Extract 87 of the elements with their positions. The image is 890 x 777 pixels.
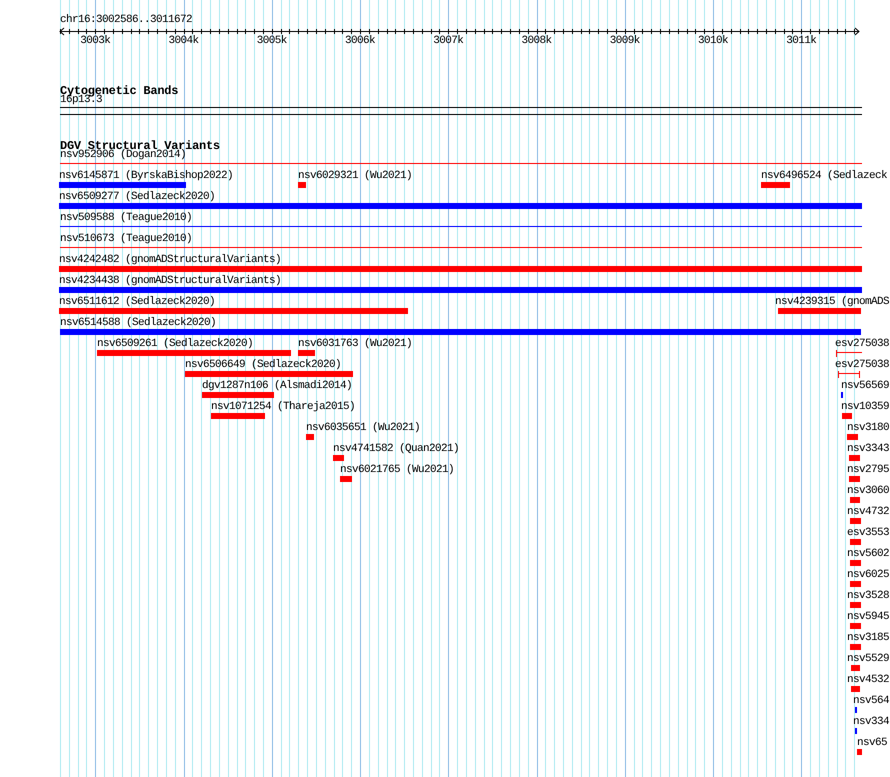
- variant-bar[interactable]: [59, 266, 862, 272]
- variant-label: nsv3528: [847, 590, 890, 602]
- tick-label: 3010k: [697, 35, 730, 47]
- variant-bar[interactable]: [850, 497, 860, 503]
- tick-label: 3008k: [520, 35, 553, 47]
- variant-label: nsv5945: [847, 611, 890, 623]
- variant-bar[interactable]: [333, 455, 344, 461]
- variant-label: nsv6031763 (Wu2021): [298, 338, 412, 350]
- variant-bar[interactable]: [851, 665, 860, 671]
- variant-bar[interactable]: [857, 749, 862, 755]
- variant-bar[interactable]: [778, 308, 861, 314]
- variant-bar[interactable]: [850, 539, 861, 545]
- variant-bar[interactable]: [211, 413, 265, 419]
- variant-bar[interactable]: [306, 434, 314, 440]
- variant-label: nsv6145871 (ByrskaBishop2022): [59, 170, 234, 182]
- variant-label: nsv3180: [847, 422, 890, 434]
- variant-label: nsv6025: [847, 569, 890, 581]
- variant-bar[interactable]: [850, 602, 861, 608]
- variant-bar[interactable]: [851, 686, 860, 692]
- variant-bar[interactable]: [850, 581, 861, 587]
- variant-label: nsv4239315 (gnomADS: [775, 296, 890, 308]
- variant-label: dgv1287n106 (Alsmadi2014): [202, 380, 352, 392]
- variant-label: nsv4234438 (gnomADStructuralVariants): [59, 275, 282, 287]
- variant-bar[interactable]: [847, 434, 858, 440]
- variant-label: nsv4532: [847, 674, 890, 686]
- variant-label: nsv6511612 (Sedlazeck2020): [59, 296, 216, 308]
- variant-bar[interactable]: [850, 623, 861, 629]
- variant-bar[interactable]: [185, 371, 353, 377]
- variant-label: esv3553: [847, 527, 890, 539]
- variant-line[interactable]: [60, 163, 862, 164]
- variant-label: nsv6509261 (Sedlazeck2020): [97, 338, 254, 350]
- variant-label: nsv564: [853, 695, 890, 707]
- variant-bar[interactable]: [60, 329, 861, 335]
- variant-label: nsv5529: [847, 653, 890, 665]
- variant-bar[interactable]: [761, 182, 790, 188]
- variant-label: nsv6496524 (Sedlazeck: [761, 170, 888, 182]
- variant-interval[interactable]: [836, 350, 862, 357]
- variant-label: nsv4732: [847, 506, 890, 518]
- tick-label: 3009k: [608, 35, 641, 47]
- variant-label: nsv6514588 (Sedlazeck2020): [60, 317, 216, 329]
- tick-label: 3004k: [168, 35, 200, 47]
- variant-bar[interactable]: [850, 644, 861, 650]
- variant-label: nsv65: [857, 737, 888, 749]
- variant-label: nsv509588 (Teague2010): [60, 212, 192, 224]
- variant-label: nsv1071254 (Thareja2015): [211, 401, 356, 413]
- variant-label: esv275038: [835, 359, 890, 371]
- variant-bar[interactable]: [59, 203, 862, 209]
- cytoband[interactable]: [60, 107, 862, 115]
- variant-bar[interactable]: [202, 392, 274, 398]
- variant-bar[interactable]: [850, 560, 861, 566]
- variant-interval[interactable]: [838, 371, 860, 378]
- variant-bar[interactable]: [59, 287, 862, 293]
- variant-label: nsv6509277 (Sedlazeck2020): [59, 191, 216, 203]
- variant-bar[interactable]: [59, 308, 408, 314]
- variant-label: nsv5602: [847, 548, 890, 560]
- tick-label: 3003k: [79, 35, 112, 47]
- tick-label: 3007k: [432, 35, 464, 47]
- variant-label: nsv3060: [847, 485, 890, 497]
- variant-label: nsv510673 (Teague2010): [60, 233, 192, 245]
- variant-label: nsv6021765 (Wu2021): [340, 464, 454, 476]
- variant-bar[interactable]: [298, 350, 315, 356]
- variant-bar[interactable]: [298, 182, 306, 188]
- variant-line[interactable]: [60, 226, 862, 227]
- locus-label: chr16:3002586..3011672: [60, 14, 192, 26]
- variant-label: nsv10359: [841, 401, 890, 413]
- variant-label: nsv334: [853, 716, 890, 728]
- variant-label: nsv4741582 (Quan2021): [333, 443, 460, 455]
- tick-label: 3011k: [785, 35, 818, 47]
- variant-bar[interactable]: [850, 518, 861, 524]
- variant-bar[interactable]: [340, 476, 352, 482]
- variant-line[interactable]: [60, 247, 862, 248]
- variant-label: nsv6506649 (Sedlazeck2020): [185, 359, 342, 371]
- tick-label: 3006k: [344, 35, 376, 47]
- variant-label: nsv3185: [847, 632, 890, 644]
- variant-label: nsv6029321 (Wu2021): [298, 170, 412, 182]
- variant-label: esv275038: [835, 338, 890, 350]
- tick-label: 3005k: [256, 35, 288, 47]
- variant-bar[interactable]: [849, 476, 860, 482]
- variant-label: nsv2795: [847, 464, 890, 476]
- variant-bar[interactable]: [59, 182, 186, 188]
- variant-bar[interactable]: [97, 350, 291, 356]
- variant-bar[interactable]: [849, 455, 860, 461]
- variant-bar[interactable]: [842, 413, 852, 419]
- variant-label: nsv4242482 (gnomADStructuralVariants): [59, 254, 282, 266]
- variant-label: nsv6035651 (Wu2021): [306, 422, 420, 434]
- variant-label: nsv56569: [841, 380, 890, 392]
- variant-label: nsv3343: [847, 443, 890, 455]
